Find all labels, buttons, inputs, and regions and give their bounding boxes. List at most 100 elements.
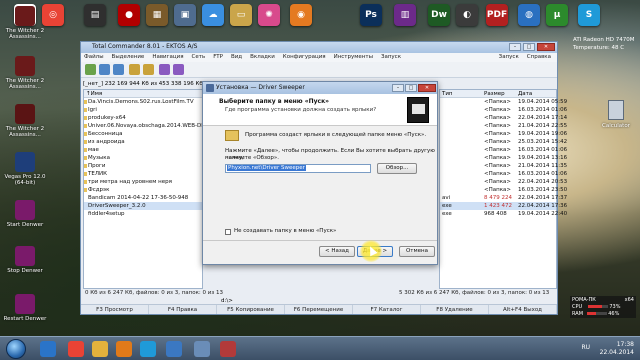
menu-navigation[interactable]: Навигация [152,53,183,62]
menu-files[interactable]: Файлы [84,53,104,62]
right-table-row[interactable]: exe 1 423 472 22.04.2014 17:36 [440,202,567,210]
torrent-icon[interactable]: µ [546,4,568,26]
record-icon[interactable]: ● [118,4,140,26]
desktop-shortcut-start-denwer[interactable]: Start Denwer [2,200,48,228]
right-table-row[interactable]: <Папка> 22.04.2014 20:53 [440,178,567,186]
browse-button[interactable]: Обзор... [377,163,417,174]
right-table-row[interactable]: <Папка> 19.04.2014 13:16 [440,154,567,162]
color-wheel-icon[interactable]: ✺ [258,4,280,26]
f5-copy-button[interactable]: F5 Копирование [217,305,285,314]
pdf-icon[interactable]: PDF [486,4,508,26]
f8-delete-button[interactable]: F8 Удаление [421,305,489,314]
view-icon[interactable] [99,64,110,75]
details-icon[interactable] [113,64,124,75]
explorer-icon[interactable] [92,341,108,357]
start-menu-folder-input[interactable]: Phyxion.net\Driver Sweeper [225,164,371,173]
dialog-title-bar[interactable]: Установка — Driver Sweeper – □ ✕ [203,82,437,94]
right-table-row[interactable]: <Папка> 16.03.2014 01:06 [440,106,567,114]
maximize-button[interactable]: □ [523,43,535,51]
right-table-row[interactable]: exe 968 408 19.04.2014 22:40 [440,210,567,218]
no-folder-checkbox[interactable] [225,229,231,235]
f4-edit-button[interactable]: F4 Правка [149,305,217,314]
pack-icon[interactable] [159,64,170,75]
archive-icon[interactable]: ▦ [146,4,168,26]
f3-view-button[interactable]: F3 Просмотр [81,305,149,314]
desktop-shortcut-witcher-3[interactable]: The Witcher 2 Assassins... [2,104,48,138]
right-table-row[interactable]: <Папка> 19.04.2014 05:59 [440,98,567,106]
column-size-header[interactable]: Размер [484,90,505,98]
totalcmd-taskbar-icon[interactable] [166,341,182,357]
menu-ftp[interactable]: FTP [213,53,223,62]
player-icon[interactable]: ◐ [456,4,478,26]
folder-row[interactable]: Igri [84,106,202,114]
media-icon[interactable] [116,341,132,357]
right-table-row[interactable]: <Папка> 21.04.2014 11:35 [440,162,567,170]
folder-row[interactable]: Музыка [84,154,202,162]
menu-tabs[interactable]: Вкладки [250,53,275,62]
menu-launch-right[interactable]: Запуск [499,53,519,62]
file-row[interactable]: fiddler4setup [84,210,202,218]
clock-date[interactable]: 22.04.2014 [600,349,634,357]
folder-row[interactable]: три метра над уровнем неря [84,178,202,186]
firefox-icon[interactable]: ◉ [290,4,312,26]
right-table-row[interactable]: <Папка> 16.03.2014 23:50 [440,186,567,194]
folder-row[interactable]: Univer.06.Novaya.obschaga.2014.WEB-DL.(7… [84,122,202,130]
right-table-row[interactable]: avi 8 479 224 22.04.2014 17:37 [440,194,567,202]
menu-launch[interactable]: Запуск [381,53,401,62]
right-file-pane[interactable]: Тип Размер Дата <Папка> 19.04.2014 05:59 <… [400,89,567,289]
refresh-icon[interactable] [85,64,96,75]
folder-row[interactable]: Фсдрэк [84,186,202,194]
back-button[interactable]: < Назад [319,246,355,257]
dialog-minimize-button[interactable]: – [392,84,404,92]
folder-row[interactable]: Da.Vincis.Demons.S02.rus.LostFilm.TV [84,98,202,106]
right-table-row[interactable]: <Папка> 16.03.2014 01:06 [440,146,567,154]
folder-row[interactable]: produkey-x64 [84,114,202,122]
file-row[interactable]: DriverSweeper_3.2.0 [84,202,202,210]
folder-row[interactable]: Бессонница [84,130,202,138]
folder-row[interactable]: из андроида [84,138,202,146]
menu-config[interactable]: Конфигурация [283,53,326,62]
skype-icon[interactable]: S [578,4,600,26]
left-column-name-header[interactable]: ↑Имя [84,90,202,98]
left-file-pane[interactable]: ↑Имя Da.Vincis.Demons.S02.rus.LostFilm.T… [83,89,203,289]
f7-mkdir-button[interactable]: F7 Каталог [353,305,421,314]
setup-dialog[interactable]: Установка — Driver Sweeper – □ ✕ Выберит… [202,81,438,265]
close-button[interactable]: ✕ [537,43,555,51]
menu-select[interactable]: Выделение [112,53,145,62]
menu-help[interactable]: Справка [527,53,551,62]
film-icon[interactable]: ▤ [84,4,106,26]
column-date-header[interactable]: Дата [518,90,532,98]
start-button[interactable] [6,339,26,359]
calculator-icon[interactable] [608,100,624,120]
right-table-row[interactable]: MediaClub<Папка>21.04.2014 22:55 [400,122,567,130]
language-indicator[interactable]: RU [581,344,590,352]
right-columns-header[interactable]: Тип Размер Дата [440,90,556,98]
ps-icon[interactable]: Ps [360,4,382,26]
desktop-shortcut-vegas[interactable]: Vegas Pro 12.0 (64-bit) [2,152,48,186]
menu-net[interactable]: Сеть [192,53,206,62]
clock-time[interactable]: 17:38 [600,341,634,349]
dialog-close-button[interactable]: ✕ [418,84,436,92]
photos-icon[interactable]: ▣ [174,4,196,26]
minimize-button[interactable]: – [509,43,521,51]
dw-icon[interactable]: Dw [428,4,450,26]
desktop-shortcut-witcher-2[interactable]: The Witcher 2 Assassins... [2,56,48,90]
desktop-shortcut-restart-denwer[interactable]: Restart Denwer [2,294,48,322]
folder-row[interactable]: мае [84,146,202,154]
column-type-header[interactable]: Тип [442,90,453,98]
right-table-row[interactable]: <Папка> 19.04.2014 19:06 [440,130,567,138]
tree-icon[interactable] [129,64,140,75]
right-table-row[interactable]: <Папка> 22.04.2014 17:14 [440,114,567,122]
alt-f4-exit-button[interactable]: Alt+F4 Выход [489,305,557,314]
globe-icon[interactable]: ◍ [518,4,540,26]
f6-move-button[interactable]: F6 Перемещение [285,305,353,314]
thumbnails-icon[interactable] [143,64,154,75]
ie-icon[interactable] [40,341,56,357]
skype-taskbar-icon[interactable] [140,341,156,357]
folder-icon[interactable]: ▭ [230,4,252,26]
unpack-icon[interactable] [173,64,184,75]
menu-tools[interactable]: Инструменты [334,53,373,62]
folder-row[interactable]: ТЕЛИК [84,170,202,178]
chrome-taskbar-icon[interactable] [68,341,84,357]
setup-taskbar-icon[interactable] [194,341,210,357]
